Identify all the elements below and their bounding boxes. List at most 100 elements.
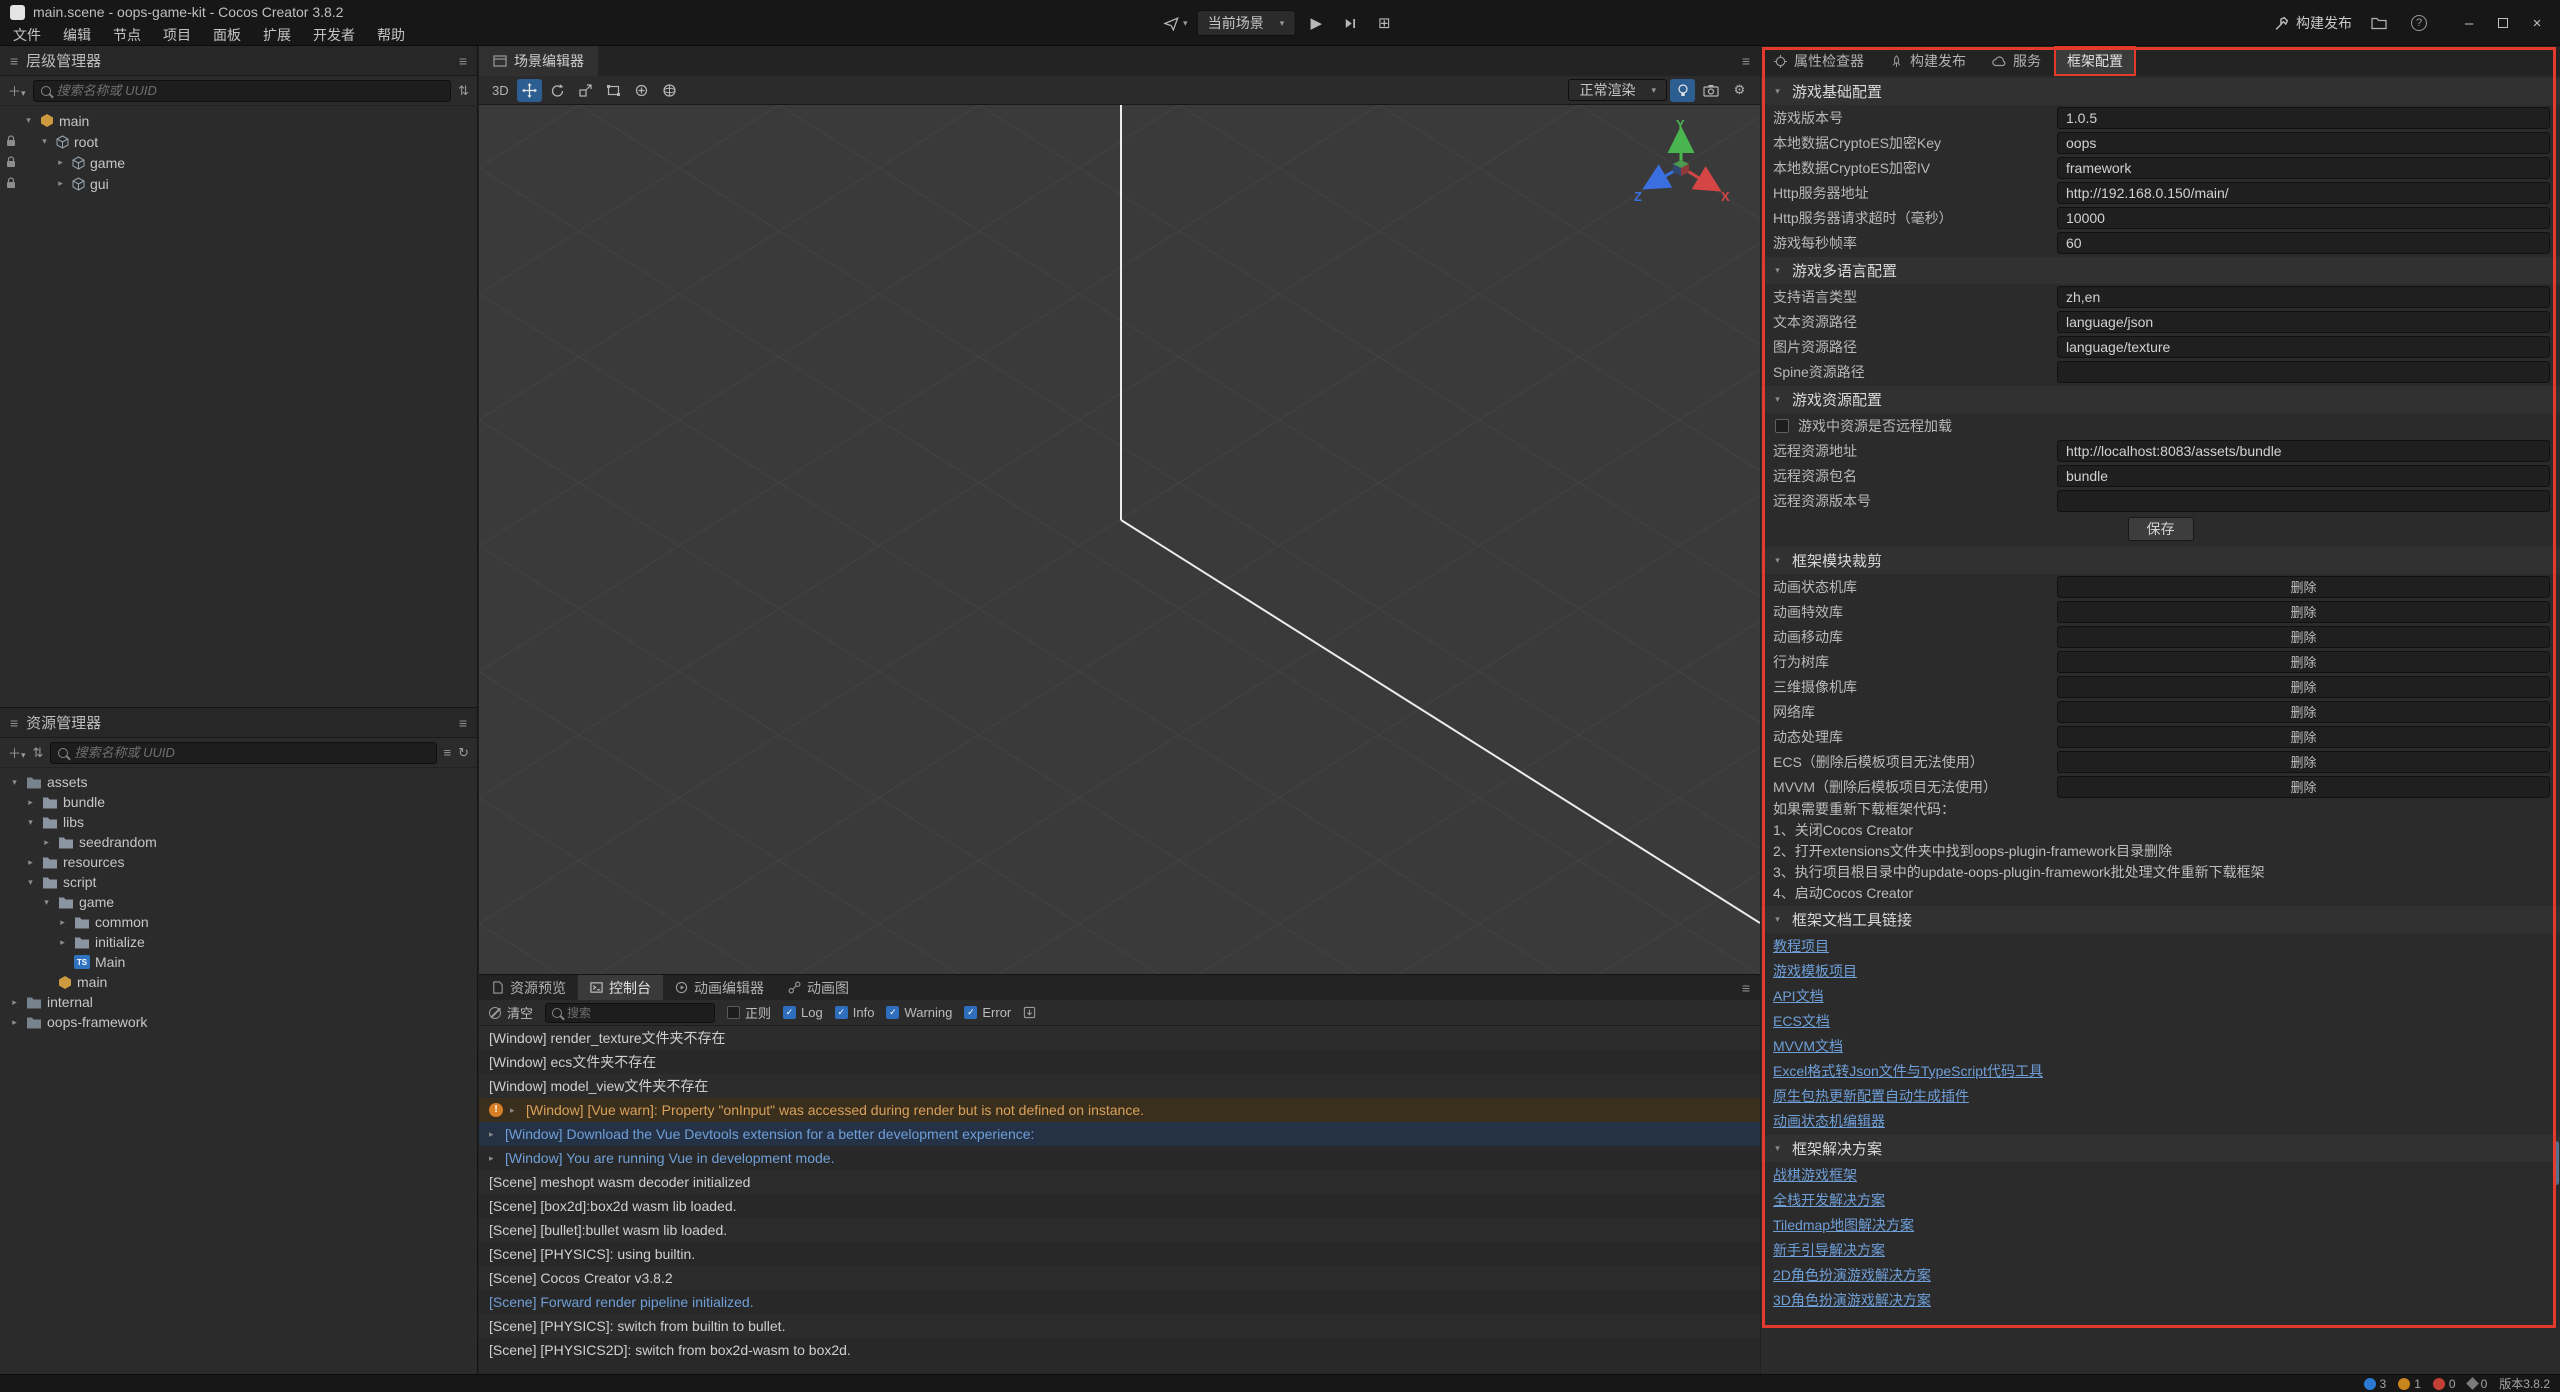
- chevron-down-icon[interactable]: ▾: [8, 777, 21, 788]
- doc-link[interactable]: 原生包热更新配置自动生成插件: [1773, 1086, 1969, 1106]
- log-filter[interactable]: ✓ Log: [783, 1005, 823, 1020]
- add-asset-button[interactable]: ＋▾: [8, 743, 26, 762]
- task-count[interactable]: 0: [2468, 1377, 2488, 1391]
- hierarchy-node-root[interactable]: ▾ root: [0, 131, 477, 152]
- expand-icon[interactable]: ▸: [489, 1146, 498, 1170]
- scrollbar-thumb[interactable]: [2553, 1141, 2559, 1185]
- world-space-button[interactable]: [657, 79, 682, 102]
- section-module-trim[interactable]: ▾ 框架模块裁剪: [1761, 547, 2560, 574]
- panel-menu-icon[interactable]: ≡: [1742, 53, 1760, 69]
- menu-file[interactable]: 文件: [2, 24, 52, 46]
- play-button[interactable]: ▶: [1303, 10, 1329, 36]
- assets-search[interactable]: [50, 742, 436, 764]
- hierarchy-search-input[interactable]: [57, 83, 444, 98]
- crypto-key-input[interactable]: oops: [2057, 132, 2550, 154]
- log-row[interactable]: [Window] ecs文件夹不存在: [479, 1050, 1760, 1074]
- spine-path-input[interactable]: [2057, 361, 2550, 383]
- languages-input[interactable]: zh,en: [2057, 286, 2550, 308]
- delete-module-button[interactable]: 删除: [2057, 576, 2550, 598]
- console-search-input[interactable]: [567, 1006, 708, 1020]
- section-doc-links[interactable]: ▾ 框架文档工具链接: [1761, 906, 2560, 933]
- hierarchy-search[interactable]: [33, 80, 452, 102]
- menu-panel[interactable]: 面板: [202, 24, 252, 46]
- section-language-config[interactable]: ▾ 游戏多语言配置: [1761, 257, 2560, 284]
- refresh-icon[interactable]: ↻: [458, 745, 469, 761]
- delete-module-button[interactable]: 删除: [2057, 701, 2550, 723]
- log-row-warning[interactable]: ! ▸ [Window] [Vue warn]: Property "onInp…: [479, 1098, 1760, 1122]
- tab-animation-editor[interactable]: 动画编辑器: [663, 975, 776, 1000]
- expand-icon[interactable]: ▸: [489, 1122, 498, 1146]
- add-node-button[interactable]: ＋▾: [8, 81, 26, 100]
- solution-link[interactable]: 3D角色扮演游戏解决方案: [1773, 1290, 1931, 1310]
- doc-link[interactable]: ECS文档: [1773, 1011, 1830, 1031]
- game-version-input[interactable]: 1.0.5: [2057, 107, 2550, 129]
- tab-framework-config[interactable]: 框架配置: [2054, 46, 2136, 76]
- doc-link[interactable]: API文档: [1773, 986, 1824, 1006]
- rect-tool-button[interactable]: [601, 79, 626, 102]
- asset-node-libs[interactable]: ▾ libs: [0, 812, 477, 832]
- chevron-right-icon[interactable]: ▸: [54, 178, 67, 189]
- log-row-info[interactable]: [Scene] Forward render pipeline initiali…: [479, 1290, 1760, 1314]
- menu-project[interactable]: 项目: [152, 24, 202, 46]
- chevron-right-icon[interactable]: ▸: [8, 1017, 21, 1028]
- section-resource-config[interactable]: ▾ 游戏资源配置: [1761, 386, 2560, 413]
- solution-link[interactable]: Tiledmap地图解决方案: [1773, 1215, 1914, 1235]
- chevron-down-icon[interactable]: ▾: [24, 817, 37, 828]
- move-tool-button[interactable]: [517, 79, 542, 102]
- delete-module-button[interactable]: 删除: [2057, 726, 2550, 748]
- pivot-tool-button[interactable]: [629, 79, 654, 102]
- checkbox-unchecked-icon[interactable]: [1775, 419, 1789, 433]
- chevron-down-icon[interactable]: ▾: [24, 877, 37, 888]
- asset-node-script[interactable]: ▾ script: [0, 872, 477, 892]
- checkbox-checked-icon[interactable]: ✓: [835, 1006, 848, 1019]
- checkbox-checked-icon[interactable]: ✓: [783, 1006, 796, 1019]
- warning-count[interactable]: 1: [2398, 1377, 2421, 1391]
- sort-assets-icon[interactable]: ⇅: [33, 745, 44, 761]
- step-button[interactable]: [1337, 10, 1363, 36]
- auto-scroll-icon[interactable]: [1023, 1006, 1036, 1019]
- render-mode-select[interactable]: 正常渲染 ▾: [1568, 79, 1667, 101]
- solution-link[interactable]: 战棋游戏框架: [1773, 1165, 1857, 1185]
- chevron-right-icon[interactable]: ▸: [24, 797, 37, 808]
- asset-node-Main[interactable]: TS Main: [0, 952, 477, 972]
- chevron-right-icon[interactable]: ▸: [56, 937, 69, 948]
- solution-link[interactable]: 2D角色扮演游戏解决方案: [1773, 1265, 1931, 1285]
- assets-search-input[interactable]: [74, 745, 428, 760]
- asset-node-initialize[interactable]: ▸ initialize: [0, 932, 477, 952]
- menu-node[interactable]: 节点: [102, 24, 152, 46]
- panel-menu-icon[interactable]: ≡: [459, 715, 467, 731]
- scene-viewport[interactable]: Y X Z: [479, 105, 1760, 974]
- menu-help[interactable]: 帮助: [366, 24, 416, 46]
- build-publish-button[interactable]: 构建发布: [2274, 13, 2352, 33]
- console-search[interactable]: [545, 1003, 715, 1023]
- http-server-input[interactable]: http://192.168.0.150/main/: [2057, 182, 2550, 204]
- remote-version-input[interactable]: [2057, 490, 2550, 512]
- crypto-iv-input[interactable]: framework: [2057, 157, 2550, 179]
- texture-path-input[interactable]: language/texture: [2057, 336, 2550, 358]
- orientation-gizmo[interactable]: Y X Z: [1626, 119, 1736, 219]
- menu-edit[interactable]: 编辑: [52, 24, 102, 46]
- delete-module-button[interactable]: 删除: [2057, 651, 2550, 673]
- doc-link[interactable]: Excel格式转Json文件与TypeScript代码工具: [1773, 1061, 2043, 1081]
- checkbox-checked-icon[interactable]: ✓: [964, 1006, 977, 1019]
- scene-select[interactable]: 当前场景 ▾: [1197, 10, 1296, 36]
- remote-bundle-input[interactable]: bundle: [2057, 465, 2550, 487]
- log-row[interactable]: [Window] model_view文件夹不存在: [479, 1074, 1760, 1098]
- delete-module-button[interactable]: 删除: [2057, 601, 2550, 623]
- lock-icon[interactable]: [6, 156, 16, 168]
- dimension-toggle-button[interactable]: 3D: [487, 79, 514, 102]
- scene-settings-button[interactable]: ⚙: [1727, 79, 1752, 102]
- chevron-right-icon[interactable]: ▸: [56, 917, 69, 928]
- asset-node-main-scene[interactable]: main: [0, 972, 477, 992]
- open-folder-button[interactable]: [2366, 10, 2392, 36]
- warning-filter[interactable]: ✓ Warning: [886, 1005, 952, 1020]
- light-toggle-button[interactable]: [1670, 79, 1695, 102]
- clear-console-button[interactable]: 清空: [489, 1003, 533, 1022]
- doc-link[interactable]: 动画状态机编辑器: [1773, 1111, 1885, 1131]
- error-count[interactable]: 0: [2433, 1377, 2456, 1391]
- log-row[interactable]: [Scene] [PHYSICS2D]: switch from box2d-w…: [479, 1338, 1760, 1362]
- asset-node-bundle[interactable]: ▸ bundle: [0, 792, 477, 812]
- asset-node-oops-framework[interactable]: ▸ oops-framework: [0, 1012, 477, 1032]
- grid-button[interactable]: ⊞: [1371, 10, 1397, 36]
- checkbox-unchecked-icon[interactable]: [727, 1006, 740, 1019]
